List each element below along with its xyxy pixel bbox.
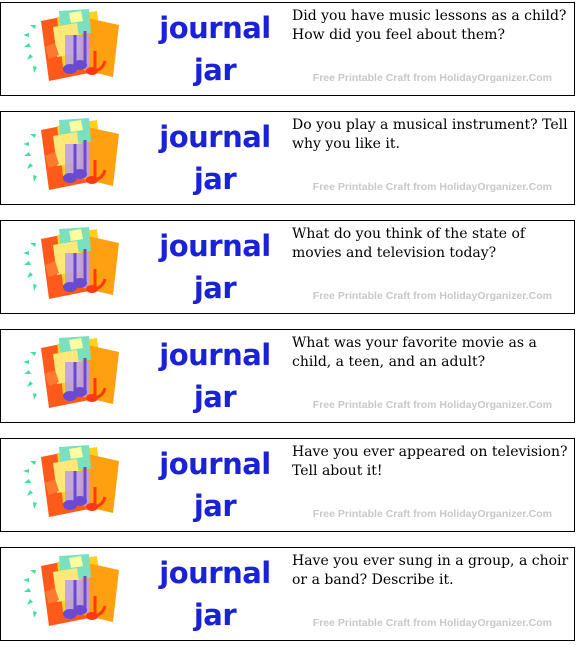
brand-word-jar: jar [193, 162, 237, 196]
journal-jar-title: journal jar [159, 334, 271, 418]
brand-word-jar: jar [193, 489, 237, 523]
question-text: Have you ever appeared on television? Te… [292, 444, 568, 479]
question-text: Do you play a musical instrument? Tell w… [292, 117, 568, 152]
music-notes-collage-icon [23, 227, 119, 299]
journal-card: journal jar Have you ever appeared on te… [0, 438, 575, 532]
music-notes-collage-icon [23, 336, 119, 408]
question-text: What was your favorite movie as a child,… [292, 335, 537, 370]
journal-jar-title: journal jar [159, 443, 271, 527]
journal-card: journal jar Have you ever sung in a grou… [0, 547, 575, 641]
music-notes-collage-icon [23, 554, 119, 626]
credit-text: Free Printable Craft from HolidayOrganiz… [312, 508, 552, 520]
brand-word-journal: journal [159, 229, 271, 263]
journal-jar-title: journal jar [159, 552, 271, 636]
journal-card: journal jar What was your favorite movie… [0, 329, 575, 423]
brand-word-jar: jar [193, 598, 237, 632]
music-notes-collage-icon [23, 9, 119, 81]
brand-word-jar: jar [193, 53, 237, 87]
brand-word-journal: journal [159, 120, 271, 154]
brand-word-jar: jar [193, 380, 237, 414]
credit-text: Free Printable Craft from HolidayOrganiz… [312, 72, 552, 84]
journal-card: journal jar What do you think of the sta… [0, 220, 575, 314]
music-notes-collage-icon [23, 445, 119, 517]
brand-word-journal: journal [159, 447, 271, 481]
credit-text: Free Printable Craft from HolidayOrganiz… [312, 290, 552, 302]
question-text: What do you think of the state of movies… [292, 226, 526, 261]
question-text: Did you have music lessons as a child? H… [292, 8, 567, 43]
journal-jar-title: journal jar [159, 225, 271, 309]
brand-word-journal: journal [159, 338, 271, 372]
question-text: Have you ever sung in a group, a choir o… [292, 553, 569, 588]
journal-card: journal jar Do you play a musical instru… [0, 111, 575, 205]
journal-jar-title: journal jar [159, 7, 271, 91]
music-notes-collage-icon [23, 118, 119, 190]
journal-jar-title: journal jar [159, 116, 271, 200]
credit-text: Free Printable Craft from HolidayOrganiz… [312, 617, 552, 629]
brand-word-journal: journal [159, 11, 271, 45]
brand-word-jar: jar [193, 271, 237, 305]
brand-word-journal: journal [159, 556, 271, 590]
credit-text: Free Printable Craft from HolidayOrganiz… [312, 181, 552, 193]
journal-card: journal jar Did you have music lessons a… [0, 2, 575, 96]
credit-text: Free Printable Craft from HolidayOrganiz… [312, 399, 552, 411]
